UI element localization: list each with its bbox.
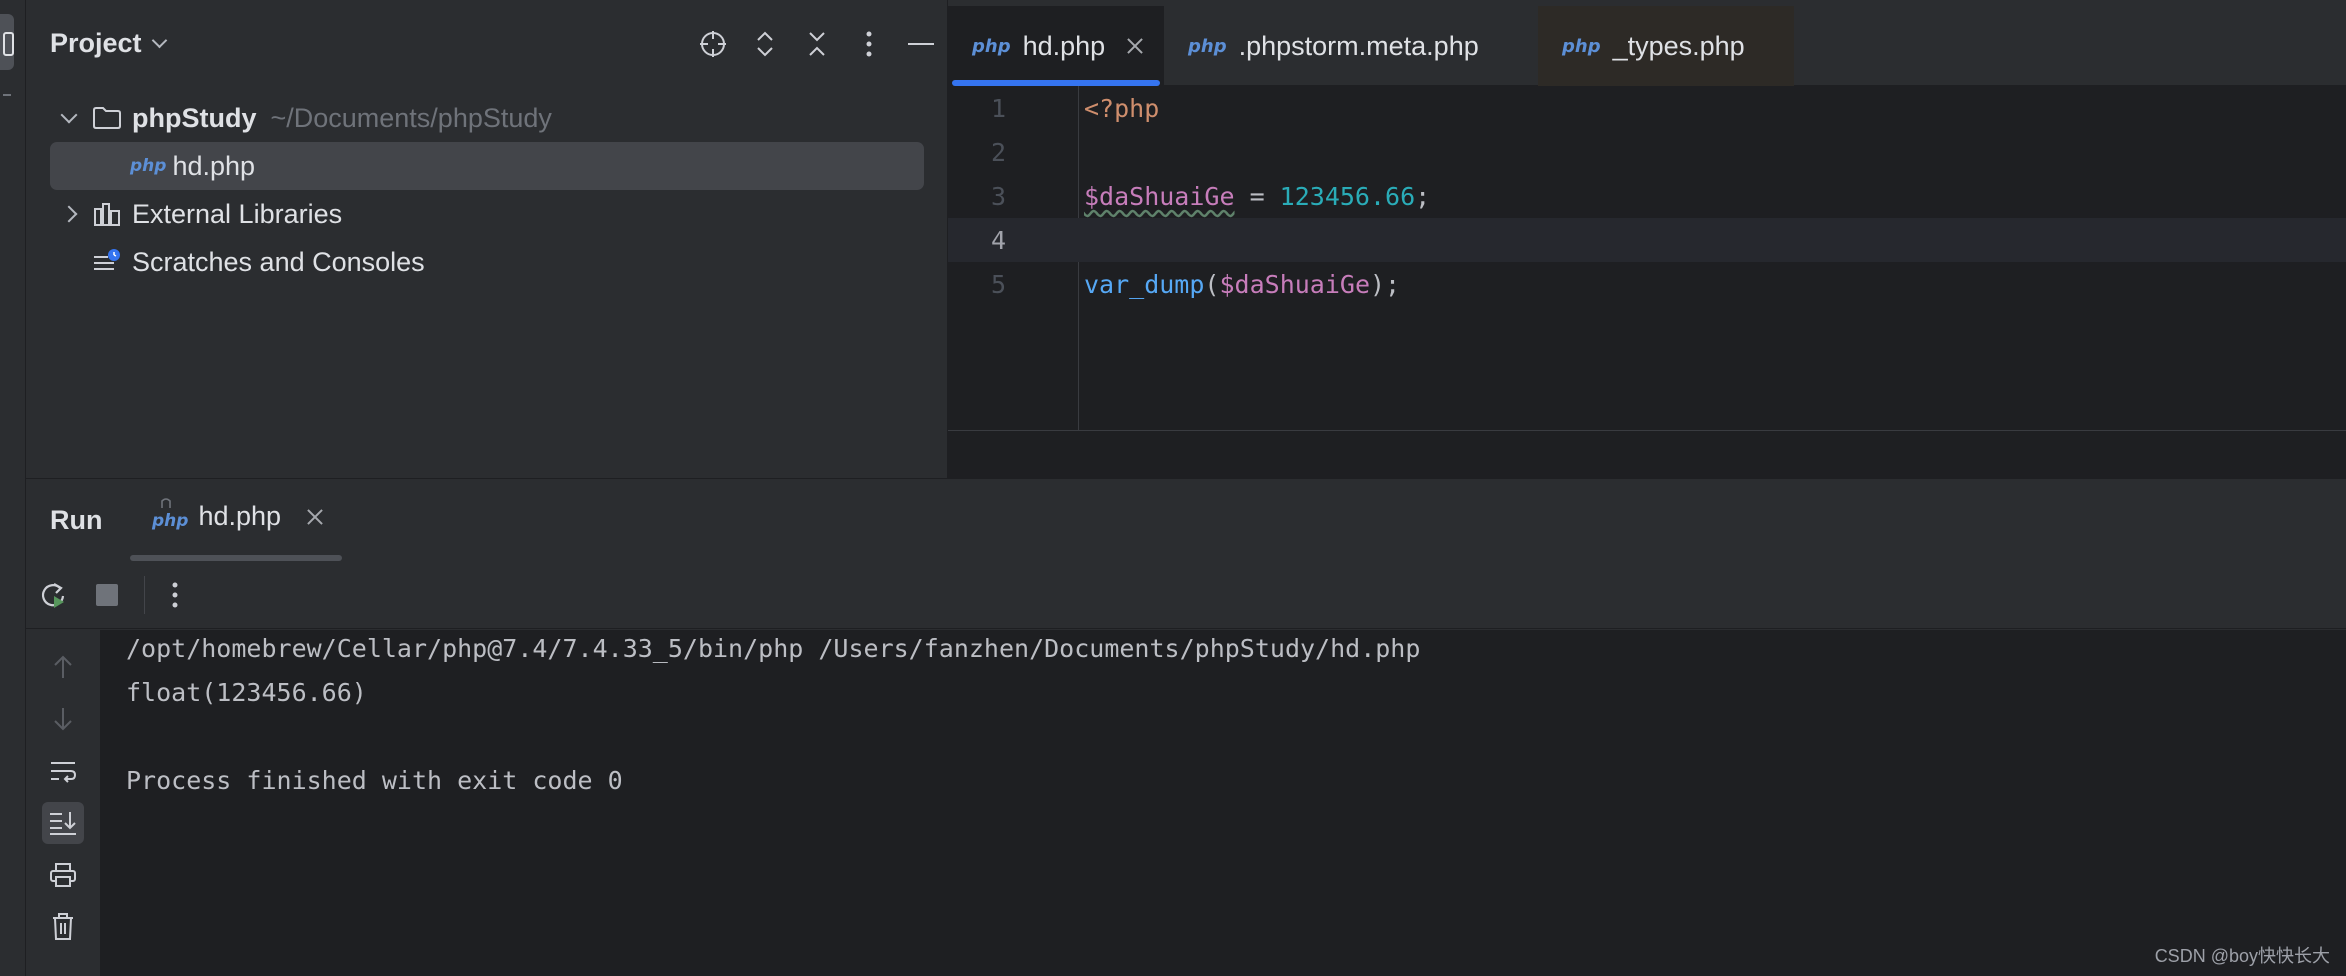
run-panel-header: Run php hd.php xyxy=(26,479,2346,561)
tree-item-external-libraries[interactable]: External Libraries xyxy=(50,190,342,238)
more-options-icon[interactable] xyxy=(843,24,895,64)
php-run-config-icon: php xyxy=(152,497,188,531)
tree-item-hd-php[interactable]: php hd.php xyxy=(50,142,924,190)
close-icon[interactable] xyxy=(305,507,325,527)
chevron-right-icon[interactable] xyxy=(60,205,78,223)
project-root-name: phpStudy xyxy=(132,102,257,133)
tree-item-label: Scratches and Consoles xyxy=(132,246,425,277)
soft-wrap-icon[interactable] xyxy=(42,750,84,792)
semicolon-token: ; xyxy=(1415,181,1431,211)
library-icon xyxy=(94,203,120,226)
variable-token: $daShuaiGe xyxy=(1084,181,1235,211)
collapse-all-icon[interactable] xyxy=(791,24,843,64)
scratches-icon xyxy=(94,249,120,270)
php-file-icon: php xyxy=(1562,35,1601,57)
run-title: Run xyxy=(50,504,103,535)
arrow-down-icon[interactable] xyxy=(42,698,84,740)
line-number: 4 xyxy=(990,225,1006,255)
close-icon[interactable] xyxy=(1125,36,1145,56)
tab-label: hd.php xyxy=(1022,30,1106,61)
tree-item-phpstudy[interactable]: phpStudy ~/Documents/phpStudy xyxy=(50,94,552,142)
code-line: 3 $daShuaiGe = 123456.66; xyxy=(948,174,2346,218)
project-header-actions xyxy=(687,24,947,64)
code-line: 2 xyxy=(948,130,2346,174)
hide-panel-icon[interactable] xyxy=(895,24,947,64)
project-tool-window-button[interactable] xyxy=(0,14,14,70)
code-line: 5 var_dump($daShuaiGe); xyxy=(948,262,2346,306)
run-tab-label: hd.php xyxy=(198,501,282,531)
toolbar-separator xyxy=(144,575,145,614)
console-side-toolbar xyxy=(26,630,101,976)
editor-panel: php hd.php php .phpstorm.meta.php php _t… xyxy=(948,0,2346,478)
project-panel: Project phpStudy ~/Documents/phpStudy ph… xyxy=(26,0,948,478)
tool-window-strip xyxy=(0,0,26,976)
function-token: var_dump xyxy=(1084,269,1205,299)
paren-token: ); xyxy=(1370,269,1401,299)
variable-token: $daShuaiGe xyxy=(1219,269,1370,299)
php-file-icon: php xyxy=(972,35,1011,57)
php-file-icon: php xyxy=(1188,35,1227,57)
tab-types-php[interactable]: php _types.php xyxy=(1538,6,1794,86)
expand-all-icon[interactable] xyxy=(739,24,791,64)
console-output[interactable]: /opt/homebrew/Cellar/php@7.4/7.4.33_5/bi… xyxy=(101,630,2346,976)
tree-item-label: External Libraries xyxy=(132,198,343,229)
code-line: 1 <?php xyxy=(948,86,2346,130)
tree-item-label: hd.php xyxy=(172,150,256,181)
trash-icon[interactable] xyxy=(42,906,84,948)
stop-icon[interactable] xyxy=(80,568,134,622)
tab-hd-php[interactable]: php hd.php xyxy=(948,6,1164,86)
locate-file-icon[interactable] xyxy=(687,24,739,64)
project-title[interactable]: Project xyxy=(50,28,142,59)
operator-token: = xyxy=(1234,181,1280,211)
console-line: float(123456.66) xyxy=(126,678,367,707)
editor-divider xyxy=(948,430,2346,431)
number-token: 123456.66 xyxy=(1279,181,1416,211)
project-root-path: ~/Documents/phpStudy xyxy=(270,102,552,133)
more-options-icon[interactable] xyxy=(155,568,195,622)
console-line: Process finished with exit code 0 xyxy=(126,766,623,795)
run-toolbar xyxy=(26,561,2346,629)
run-tab-hd-php[interactable]: php hd.php xyxy=(152,497,325,532)
strip-divider xyxy=(3,94,11,96)
folder-icon xyxy=(93,107,121,129)
tab-phpstorm-meta[interactable]: php .phpstorm.meta.php xyxy=(1164,6,1524,86)
paren-token: ( xyxy=(1204,269,1220,299)
tab-label: .phpstorm.meta.php xyxy=(1238,30,1479,61)
chevron-down-icon[interactable] xyxy=(60,106,78,124)
line-number: 2 xyxy=(990,137,1006,167)
run-panel: Run php hd.php /opt/homebrew/Cellar/php@… xyxy=(26,478,2346,976)
line-number: 1 xyxy=(990,93,1006,123)
line-number: 3 xyxy=(990,181,1006,211)
arrow-up-icon[interactable] xyxy=(42,646,84,688)
code-line-current: 4 xyxy=(948,218,2346,262)
print-icon[interactable] xyxy=(42,854,84,896)
watermark: CSDN @boy快快长大 xyxy=(2154,946,2330,966)
console-line: /opt/homebrew/Cellar/php@7.4/7.4.33_5/bi… xyxy=(126,634,1421,663)
tab-label: _types.php xyxy=(1612,30,1745,61)
tree-item-scratches[interactable]: Scratches and Consoles xyxy=(50,238,425,286)
line-number: 5 xyxy=(990,269,1006,299)
php-open-tag: <?php xyxy=(1084,93,1160,123)
php-file-icon: php xyxy=(130,156,167,176)
code-area[interactable]: 1 <?php 2 3 $daShuaiGe = 123456.66; 4 5 … xyxy=(948,86,2346,430)
scroll-to-end-icon[interactable] xyxy=(42,802,84,844)
editor-tab-bar: php hd.php php .phpstorm.meta.php php _t… xyxy=(948,0,2346,86)
rerun-icon[interactable] xyxy=(26,568,80,622)
chevron-down-icon[interactable] xyxy=(151,32,167,48)
